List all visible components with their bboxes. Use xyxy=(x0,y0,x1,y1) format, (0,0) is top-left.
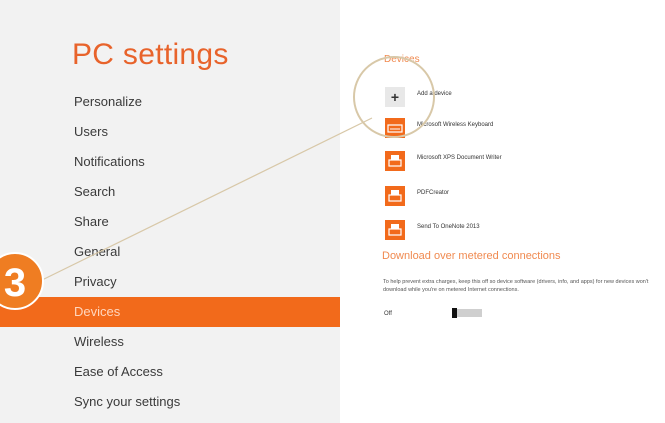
toggle-state-label: Off xyxy=(384,311,392,317)
settings-nav: Personalize Users Notifications Search S… xyxy=(0,87,340,417)
page-title: PC settings xyxy=(72,38,229,71)
nav-item-notifications[interactable]: Notifications xyxy=(0,147,340,177)
settings-sidebar: PC settings Personalize Users Notificati… xyxy=(0,0,340,423)
add-device-button[interactable]: + Add a device xyxy=(385,87,645,109)
nav-item-devices[interactable]: Devices xyxy=(0,297,340,327)
printer-icon xyxy=(385,220,405,240)
nav-item-sync-settings[interactable]: Sync your settings xyxy=(0,387,340,417)
keyboard-icon xyxy=(385,118,405,138)
toggle-knob xyxy=(452,308,457,318)
nav-item-users[interactable]: Users xyxy=(0,117,340,147)
device-item-pdfcreator[interactable]: PDFCreator xyxy=(385,186,645,208)
device-label: Microsoft XPS Document Writer xyxy=(417,155,502,161)
devices-section-title: Devices xyxy=(384,54,420,65)
device-item-onenote[interactable]: Send To OneNote 2013 xyxy=(385,220,645,242)
device-item-keyboard[interactable]: Microsoft Wireless Keyboard xyxy=(385,118,645,140)
nav-item-search[interactable]: Search xyxy=(0,177,340,207)
nav-item-share[interactable]: Share xyxy=(0,207,340,237)
nav-item-ease-of-access[interactable]: Ease of Access xyxy=(0,357,340,387)
nav-item-wireless[interactable]: Wireless xyxy=(0,327,340,357)
device-label: Send To OneNote 2013 xyxy=(417,224,480,230)
metered-description: To help prevent extra charges, keep this… xyxy=(383,279,649,293)
nav-item-general[interactable]: General xyxy=(0,237,340,267)
add-device-label: Add a device xyxy=(417,91,452,97)
metered-section-title: Download over metered connections xyxy=(382,250,561,262)
device-label: Microsoft Wireless Keyboard xyxy=(417,122,494,128)
device-item-xps-writer[interactable]: Microsoft XPS Document Writer xyxy=(385,151,645,173)
printer-icon xyxy=(385,151,405,171)
device-label: PDFCreator xyxy=(417,190,450,196)
metered-toggle[interactable] xyxy=(452,308,482,318)
nav-item-privacy[interactable]: Privacy xyxy=(0,267,340,297)
plus-icon: + xyxy=(385,87,405,107)
nav-item-personalize[interactable]: Personalize xyxy=(0,87,340,117)
printer-icon xyxy=(385,186,405,206)
